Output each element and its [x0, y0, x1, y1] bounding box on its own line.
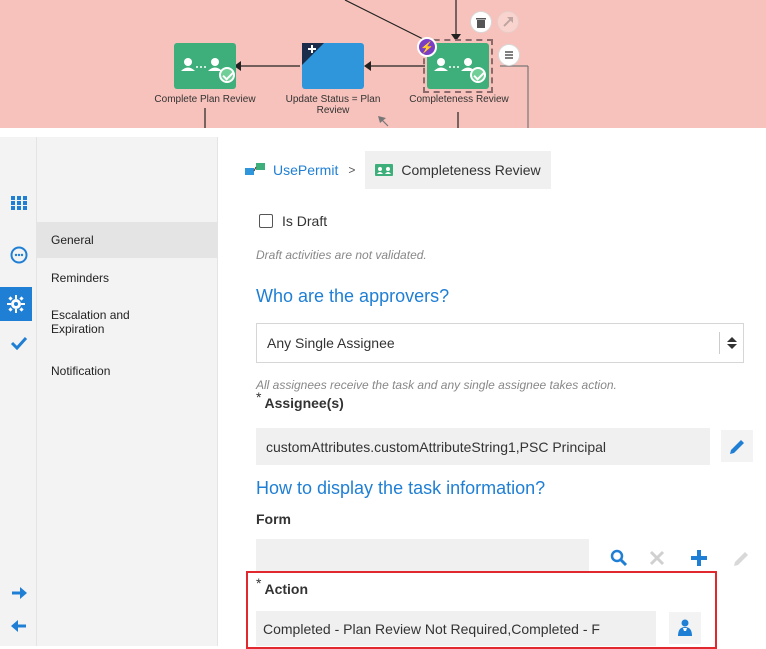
completeness-review-label: Completeness Review — [409, 94, 509, 105]
draft-hint: Draft activities are not validated. — [256, 248, 427, 262]
process-canvas[interactable]: Complete Plan Review Update Status = Pla… — [0, 0, 766, 128]
is-draft-checkbox[interactable] — [259, 214, 273, 228]
form-label: Form — [256, 511, 291, 527]
nav-item-label: Notification — [51, 364, 111, 378]
assignee-field[interactable]: customAttributes.customAttributeString1,… — [256, 428, 710, 465]
add-form-button[interactable] — [683, 542, 715, 574]
breadcrumb: UsePermit > Completeness Review — [245, 151, 551, 189]
action-label-text: Action — [264, 581, 309, 597]
action-label: * Action — [256, 575, 309, 597]
process-icon — [245, 163, 265, 175]
close-icon — [649, 550, 665, 566]
settings-nav: General Reminders Escalation and Expirat… — [37, 137, 218, 646]
required-marker: * — [256, 575, 262, 591]
check-icon[interactable] — [5, 329, 33, 357]
nav-item-escalation[interactable]: Escalation and Expiration — [37, 308, 157, 336]
gear-icon[interactable] — [0, 287, 32, 321]
required-marker: * — [256, 389, 262, 405]
chat-icon[interactable] — [5, 241, 33, 269]
breadcrumb-current-label: Completeness Review — [401, 162, 541, 178]
nav-item-label: Reminders — [51, 271, 110, 285]
arrow-left-icon[interactable] — [5, 612, 33, 640]
display-title: How to display the task information? — [256, 478, 546, 498]
grid-icon[interactable] — [5, 189, 33, 217]
properties-panel: UsePermit > Completeness Review Is Draft… — [219, 137, 766, 649]
completed-check-icon — [470, 67, 486, 83]
chevron-updown-icon — [719, 332, 743, 354]
completed-check-icon — [219, 67, 235, 83]
approvers-select-value: Any Single Assignee — [267, 335, 395, 351]
action-field[interactable]: Completed - Plan Review Not Required,Com… — [256, 611, 656, 646]
breadcrumb-separator: > — [348, 163, 356, 177]
connect-arrow-icon[interactable] — [497, 11, 519, 33]
breadcrumb-current: Completeness Review — [365, 151, 551, 189]
assignee-label-text: Assignee(s) — [264, 395, 344, 411]
approvers-hint: All assignees receive the task and any s… — [256, 378, 617, 392]
is-draft-label: Is Draft — [282, 213, 328, 229]
form-field[interactable] — [256, 539, 589, 573]
arrow-right-icon[interactable] — [5, 579, 33, 607]
search-form-button[interactable] — [603, 542, 635, 574]
clear-form-button[interactable] — [641, 542, 673, 574]
event-badge-icon: ⚡ — [417, 37, 437, 57]
nav-item-reminders[interactable]: Reminders — [37, 271, 218, 285]
complete-plan-review-label: Complete Plan Review — [154, 94, 256, 105]
delete-icon[interactable] — [470, 11, 492, 33]
user-task-icon — [375, 164, 394, 176]
approvers-select[interactable]: Any Single Assignee — [256, 323, 744, 363]
pencil-icon — [730, 440, 744, 454]
properties-icon[interactable] — [498, 44, 520, 66]
nav-item-label: Escalation and Expiration — [51, 308, 130, 336]
assignee-value: customAttributes.customAttributeString1,… — [266, 438, 607, 455]
plus-icon — [691, 550, 707, 566]
user-select-icon — [678, 619, 692, 636]
action-value: Completed - Plan Review Not Required,Com… — [263, 620, 600, 637]
nav-item-notification[interactable]: Notification — [37, 364, 218, 378]
script-task-icon — [302, 43, 324, 65]
search-icon — [610, 549, 628, 567]
approvers-title: Who are the approvers? — [256, 286, 450, 306]
nav-item-label: General — [51, 233, 94, 247]
edit-form-button[interactable] — [725, 542, 757, 574]
update-status-node[interactable] — [302, 43, 364, 89]
left-icon-rail — [0, 137, 37, 646]
nav-item-general[interactable]: General — [37, 222, 218, 258]
update-status-label: Update Status = Plan Review — [285, 94, 381, 116]
assignee-label: * Assignee(s) — [256, 389, 344, 411]
edit-assignee-button[interactable] — [721, 430, 753, 462]
breadcrumb-root-link[interactable]: UsePermit — [273, 162, 338, 178]
pencil-icon — [734, 552, 748, 566]
select-action-button[interactable] — [669, 612, 701, 644]
